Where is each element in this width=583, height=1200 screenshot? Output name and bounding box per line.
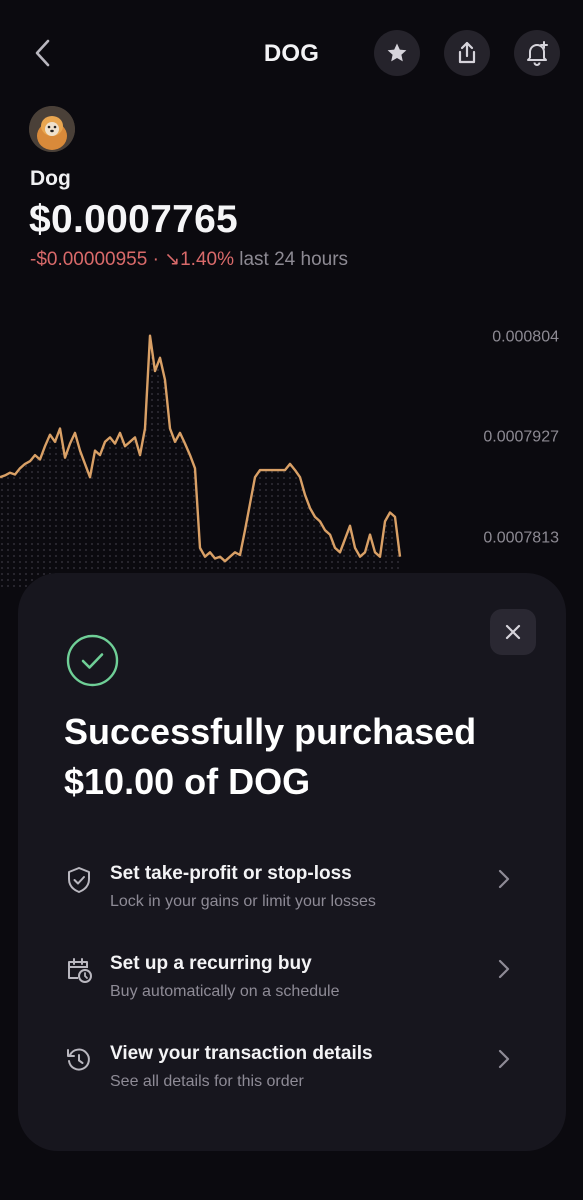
dog-avatar-icon (29, 106, 75, 152)
purchase-success-sheet: Successfully purchased $10.00 of DOG Set… (18, 573, 566, 1151)
y-tick-label: 0.0007813 (483, 529, 559, 546)
close-icon (505, 624, 521, 640)
take-profit-stop-loss-row[interactable]: Set take-profit or stop-loss Lock in you… (64, 863, 524, 933)
close-button[interactable] (490, 609, 536, 655)
bell-plus-icon (527, 41, 548, 66)
share-icon (458, 41, 476, 64)
change-period: last 24 hours (239, 249, 349, 270)
calendar-clock-icon (68, 958, 92, 983)
row-subtitle: Lock in your gains or limit your losses (110, 893, 376, 910)
change-absolute: -$0.00000955 (30, 249, 148, 270)
chevron-right-icon (498, 959, 510, 979)
row-title: Set up a recurring buy (110, 953, 312, 974)
check-circle-icon (66, 634, 119, 687)
header: DOG (0, 0, 583, 110)
chevron-right-icon (498, 869, 510, 889)
star-icon (387, 43, 407, 62)
success-title: Successfully purchased $10.00 of DOG (64, 707, 534, 807)
page-title: DOG (263, 40, 320, 67)
chevron-right-icon (498, 1049, 510, 1069)
success-title-line1: Successfully purchased (64, 711, 477, 752)
row-subtitle: Buy automatically on a schedule (110, 983, 340, 1000)
share-button[interactable] (444, 30, 490, 76)
row-title: View your transaction details (110, 1043, 373, 1064)
asset-name: Dog (30, 167, 71, 190)
history-icon (67, 1048, 90, 1071)
price-alert-button[interactable] (514, 30, 560, 76)
success-title-line2: $10.00 of DOG (64, 761, 311, 802)
change-percent: ↘1.40% (164, 249, 234, 270)
row-subtitle: See all details for this order (110, 1073, 304, 1090)
row-title: Set take-profit or stop-loss (110, 863, 352, 884)
transaction-details-row[interactable]: View your transaction details See all de… (64, 1043, 524, 1113)
asset-avatar (29, 106, 75, 152)
y-tick-label: 0.0007927 (483, 429, 559, 446)
y-tick-label: 0.000804 (492, 329, 559, 346)
asset-price: $0.0007765 (29, 198, 239, 241)
price-chart[interactable]: 0.000804 0.0007927 0.0007813 (0, 290, 583, 590)
favorite-button[interactable] (374, 30, 420, 76)
shield-check-icon (68, 867, 90, 893)
price-change: -$0.00000955 · ↘1.40% last 24 hours (30, 248, 348, 271)
change-separator: · (152, 249, 159, 270)
recurring-buy-row[interactable]: Set up a recurring buy Buy automatically… (64, 953, 524, 1023)
